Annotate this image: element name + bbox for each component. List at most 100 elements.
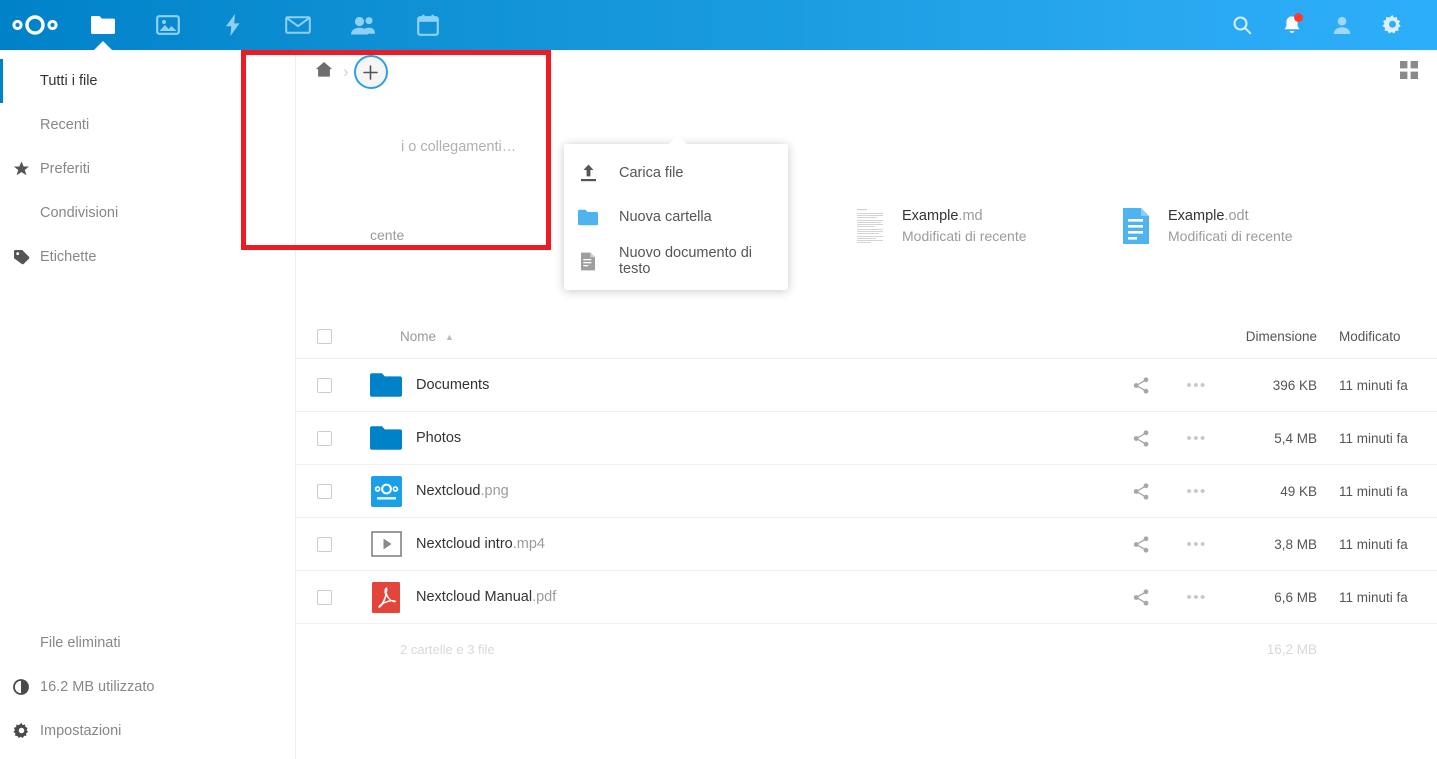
sidebar-item-tags[interactable]: Etichette bbox=[0, 235, 295, 279]
app-activity[interactable] bbox=[200, 0, 265, 50]
row-actions-cell: ••• bbox=[1115, 430, 1225, 447]
sidebar-item-label: Condivisioni bbox=[40, 205, 118, 221]
table-row[interactable]: Photos ••• 5,4 MB 11 minuti fa bbox=[296, 412, 1437, 465]
table-row[interactable]: Nextcloud.png ••• 49 KB 11 minuti fa bbox=[296, 465, 1437, 518]
share-icon[interactable] bbox=[1133, 536, 1150, 553]
upload-icon bbox=[578, 163, 598, 183]
new-file-dropdown-menu: Carica file Nuova cartella Nuovo documen… bbox=[564, 144, 788, 290]
row-checkbox[interactable] bbox=[317, 484, 332, 499]
recent-card-example-md[interactable]: Example.md Modificati di recente bbox=[850, 196, 1116, 256]
sidebar-item-label: 16.2 MB utilizzato bbox=[40, 679, 154, 695]
more-actions-icon[interactable]: ••• bbox=[1187, 536, 1207, 553]
image-thumb-nextcloud bbox=[370, 475, 402, 507]
menu-item-new-text-document[interactable]: Nuovo documento di testo bbox=[564, 239, 788, 283]
row-select-cell[interactable] bbox=[296, 590, 352, 605]
column-header-size[interactable]: Dimensione bbox=[1225, 329, 1317, 344]
row-name-cell[interactable]: Documents bbox=[352, 369, 1115, 401]
sidebar-item-deleted-files[interactable]: File eliminati bbox=[0, 621, 295, 665]
app-calendar[interactable] bbox=[395, 0, 460, 50]
notifications-button[interactable] bbox=[1267, 0, 1317, 50]
row-select-cell[interactable] bbox=[296, 431, 352, 446]
sidebar-secondary-nav: File eliminati 16.2 MB utilizzato Impost… bbox=[0, 621, 295, 759]
video-icon bbox=[370, 528, 402, 560]
table-row[interactable]: Nextcloud Manual.pdf ••• 6,6 MB 11 minut… bbox=[296, 571, 1437, 624]
menu-item-label: Nuovo documento di testo bbox=[619, 245, 774, 277]
recent-card-name: Example.md bbox=[902, 207, 1027, 226]
share-icon[interactable] bbox=[1133, 377, 1150, 394]
row-actions-cell: ••• bbox=[1115, 536, 1225, 553]
sidebar-item-label: Tutti i file bbox=[40, 73, 97, 89]
menu-item-upload-file[interactable]: Carica file bbox=[564, 151, 788, 195]
file-modified: 11 minuti fa bbox=[1317, 484, 1437, 499]
row-checkbox[interactable] bbox=[317, 431, 332, 446]
grid-view-toggle[interactable] bbox=[1397, 60, 1421, 84]
column-header-modified[interactable]: Modificato bbox=[1317, 329, 1437, 344]
table-row[interactable]: Nextcloud intro.mp4 ••• 3,8 MB 11 minuti… bbox=[296, 518, 1437, 571]
photos-icon bbox=[156, 14, 180, 36]
row-checkbox[interactable] bbox=[317, 590, 332, 605]
breadcrumb-home[interactable] bbox=[310, 58, 338, 86]
recent-card-example-odt[interactable]: Example.odt Modificati di recente bbox=[1116, 196, 1382, 256]
sidebar-item-quota[interactable]: 16.2 MB utilizzato bbox=[0, 665, 295, 709]
quota-pie-icon bbox=[12, 678, 30, 696]
row-checkbox[interactable] bbox=[317, 378, 332, 393]
file-name: Nextcloud intro.mp4 bbox=[416, 536, 545, 552]
odt-document-icon bbox=[1116, 204, 1156, 248]
more-actions-icon[interactable]: ••• bbox=[1187, 589, 1207, 606]
row-actions-cell: ••• bbox=[1115, 483, 1225, 500]
sidebar-item-all-files[interactable]: Tutti i file bbox=[0, 59, 295, 103]
sidebar-item-settings[interactable]: Impostazioni bbox=[0, 709, 295, 753]
row-name-cell[interactable]: Nextcloud Manual.pdf bbox=[352, 581, 1115, 613]
column-header-name[interactable]: Nome ▲ bbox=[352, 329, 1115, 344]
file-name: Photos bbox=[416, 430, 461, 446]
sidebar-item-label: Etichette bbox=[40, 249, 96, 265]
folder-icon bbox=[370, 422, 402, 454]
sidebar-item-favorites[interactable]: Preferiti bbox=[0, 147, 295, 191]
row-select-cell[interactable] bbox=[296, 537, 352, 552]
row-name-cell[interactable]: Nextcloud intro.mp4 bbox=[352, 528, 1115, 560]
text-preview-thumb bbox=[850, 204, 890, 248]
recent-card-sub-partial: cente bbox=[370, 225, 404, 245]
search-icon bbox=[1232, 15, 1252, 35]
more-actions-icon[interactable]: ••• bbox=[1187, 430, 1207, 447]
row-select-cell[interactable] bbox=[296, 484, 352, 499]
new-file-button[interactable] bbox=[354, 55, 388, 89]
more-actions-icon[interactable]: ••• bbox=[1187, 483, 1207, 500]
share-icon[interactable] bbox=[1133, 589, 1150, 606]
file-size: 5,4 MB bbox=[1225, 431, 1317, 446]
nextcloud-logo[interactable] bbox=[0, 0, 70, 50]
folder-icon bbox=[370, 369, 402, 401]
mail-icon bbox=[285, 15, 311, 35]
app-photos[interactable] bbox=[135, 0, 200, 50]
recent-card-sub: Modificati di recente bbox=[1168, 226, 1293, 246]
top-header-bar bbox=[0, 0, 1437, 50]
app-files[interactable] bbox=[70, 0, 135, 50]
more-actions-icon[interactable]: ••• bbox=[1187, 377, 1207, 394]
settings-button[interactable] bbox=[1367, 0, 1417, 50]
menu-item-new-folder[interactable]: Nuova cartella bbox=[564, 195, 788, 239]
user-menu-button[interactable] bbox=[1317, 0, 1367, 50]
search-button[interactable] bbox=[1217, 0, 1267, 50]
share-icon[interactable] bbox=[1133, 483, 1150, 500]
file-size: 396 KB bbox=[1225, 378, 1317, 393]
sort-ascending-icon: ▲ bbox=[445, 332, 454, 342]
select-all-checkbox[interactable] bbox=[317, 329, 332, 344]
drop-files-hint: i o collegamenti… bbox=[401, 139, 516, 155]
sidebar-item-recent[interactable]: Recenti bbox=[0, 103, 295, 147]
row-checkbox[interactable] bbox=[317, 537, 332, 552]
table-row[interactable]: Documents ••• 396 KB 11 minuti fa bbox=[296, 359, 1437, 412]
app-mail[interactable] bbox=[265, 0, 330, 50]
recent-files-strip: cente Readme.md Modificati di recente bbox=[296, 190, 1437, 262]
row-name-cell[interactable]: Nextcloud.png bbox=[352, 475, 1115, 507]
share-icon[interactable] bbox=[1133, 430, 1150, 447]
app-contacts[interactable] bbox=[330, 0, 395, 50]
recent-card-hidden[interactable]: cente bbox=[318, 196, 584, 256]
row-name-cell[interactable]: Photos bbox=[352, 422, 1115, 454]
text-document-icon bbox=[578, 251, 598, 271]
file-modified: 11 minuti fa bbox=[1317, 537, 1437, 552]
text-preview-thumb bbox=[318, 204, 358, 248]
sidebar-item-shares[interactable]: Condivisioni bbox=[0, 191, 295, 235]
row-select-cell[interactable] bbox=[296, 378, 352, 393]
recent-card-name: Example.odt bbox=[1168, 207, 1293, 226]
select-all-cell[interactable] bbox=[296, 329, 352, 344]
